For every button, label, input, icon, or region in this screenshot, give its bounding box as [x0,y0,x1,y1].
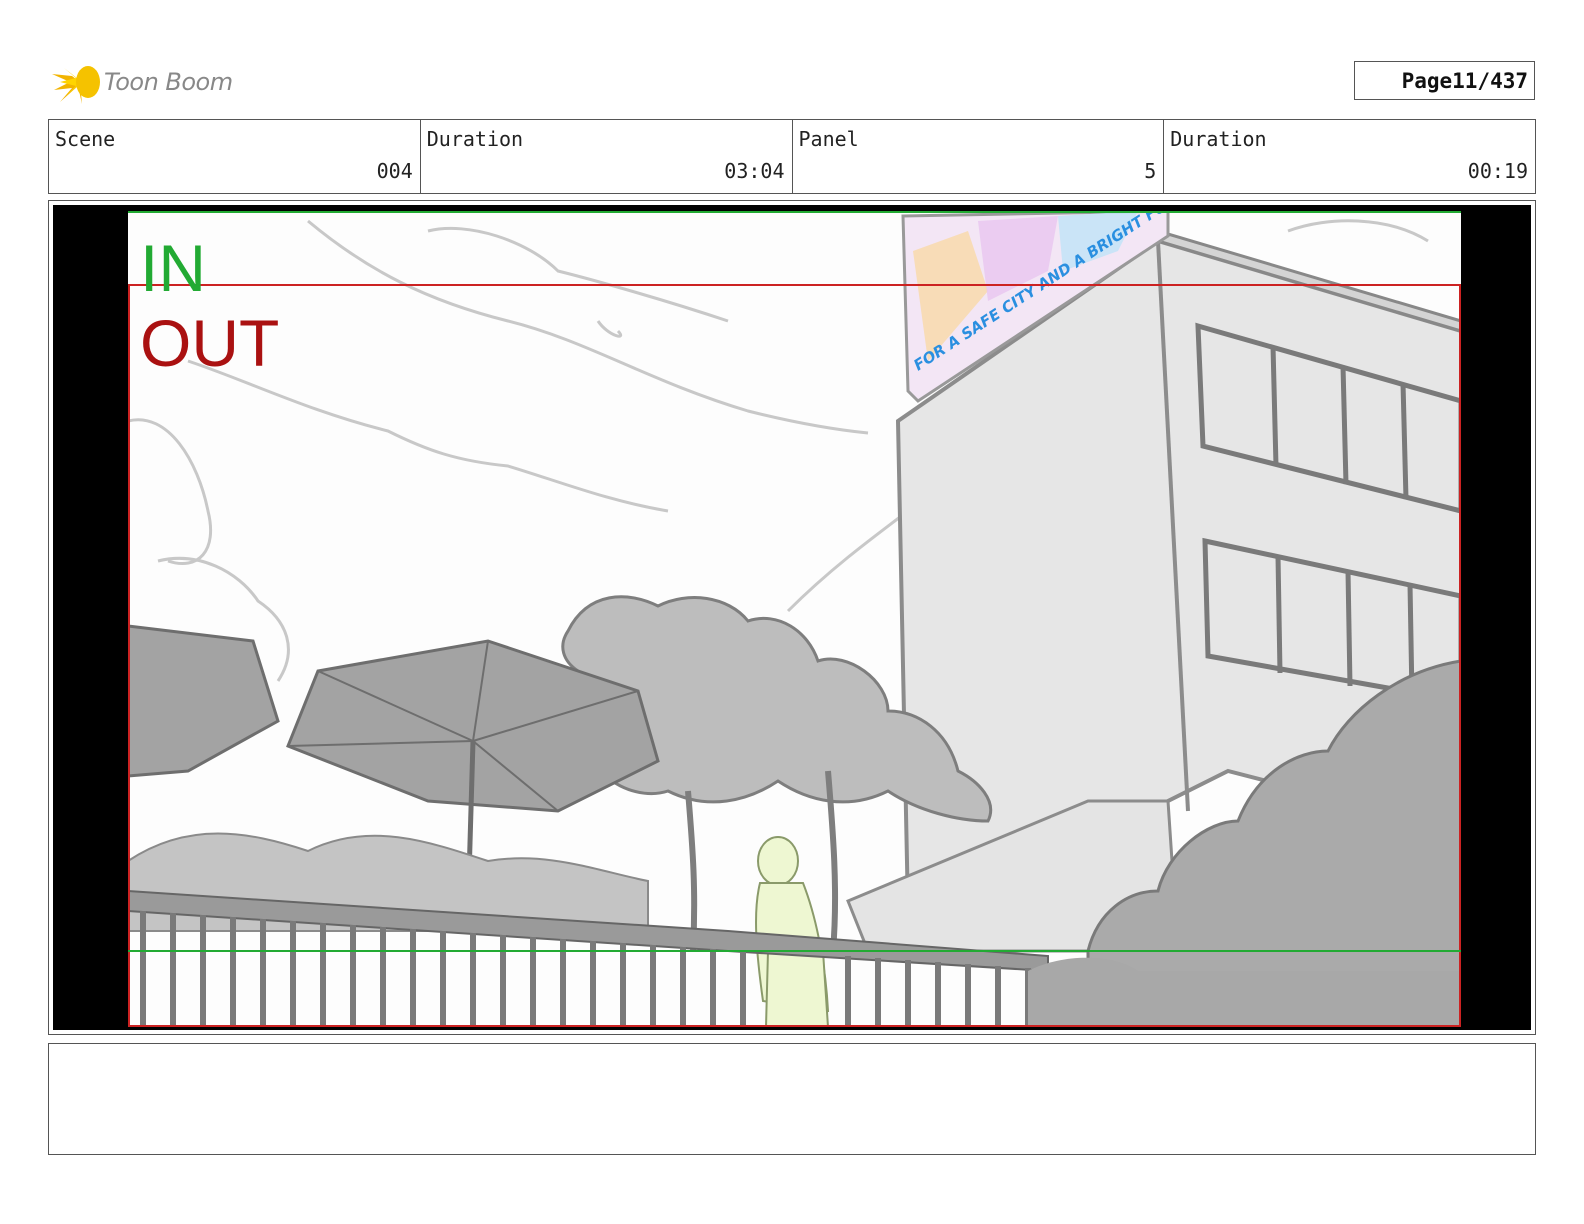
in-marker: IN [140,231,206,305]
logo-text: Toon Boom [104,68,233,96]
panel-drawing: FOR A SAFE CITY AND A BRIGHT FUTURE [128,211,1461,1027]
sketch-scene: FOR A SAFE CITY AND A BRIGHT FUTURE [128,211,1461,1027]
panel-info-table: Scene 004 Duration 03:04 Panel 5 Duratio… [48,119,1536,194]
scene-value: 004 [376,159,413,183]
panel-duration-cell: Duration 00:19 [1164,120,1535,193]
page-indicator: Page 11/437 [1354,61,1535,100]
out-marker: OUT [140,306,280,380]
panel-cell: Panel 5 [793,120,1165,193]
panel-value: 5 [1144,159,1157,183]
page-number: 11/437 [1452,68,1528,93]
scene-duration-value: 03:04 [724,159,785,183]
action-notes-box [48,1043,1536,1155]
scene-duration-label: Duration [426,127,524,151]
panel-duration-label: Duration [1170,127,1267,151]
storyboard-frame: FOR A SAFE CITY AND A BRIGHT FUTURE [48,200,1536,1035]
toon-boom-logo: Toon Boom [50,54,250,110]
scene-duration-cell: Duration 03:04 [421,120,793,193]
page-label: Page [1401,68,1453,93]
panel-duration-value: 00:19 [1467,159,1528,183]
scene-cell: Scene 004 [49,120,421,193]
scene-label: Scene [55,127,116,151]
starburst-icon [52,64,100,104]
letterbox-background: FOR A SAFE CITY AND A BRIGHT FUTURE [53,205,1531,1030]
panel-label: Panel [798,127,859,151]
